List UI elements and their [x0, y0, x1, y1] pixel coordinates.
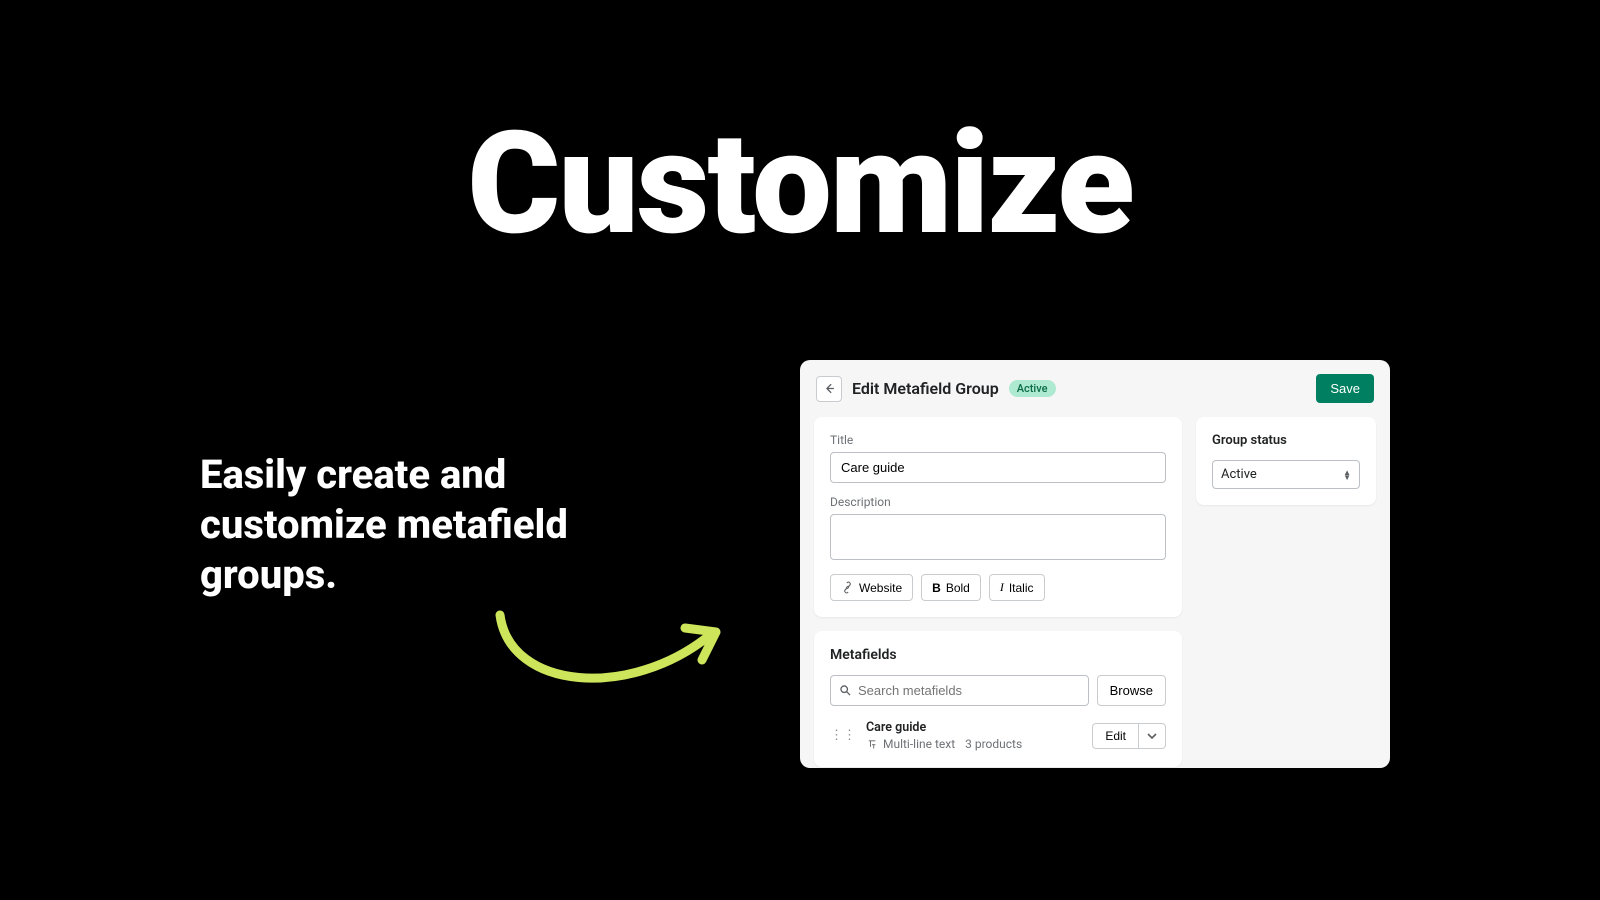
metafield-row: ⋮⋮ Care guide Multi-line text 3 products [830, 720, 1166, 751]
back-button[interactable] [816, 376, 842, 402]
status-card: Group status Active ▲▼ [1196, 417, 1376, 505]
page-title: Edit Metafield Group [852, 379, 999, 398]
metafield-count: 3 products [965, 737, 1022, 751]
description-input[interactable] [830, 514, 1166, 560]
caret-down-icon [1147, 733, 1157, 739]
metafield-type: Multi-line text [883, 737, 955, 751]
metafields-card: Metafields Browse ⋮⋮ Care guide [814, 631, 1182, 767]
arrow-decoration [480, 600, 740, 710]
edit-more-button[interactable] [1139, 723, 1166, 749]
title-input[interactable] [830, 452, 1166, 483]
save-button[interactable]: Save [1316, 374, 1374, 403]
status-badge: Active [1009, 380, 1056, 397]
panel-header: Edit Metafield Group Active Save [800, 360, 1390, 417]
search-input[interactable] [852, 676, 1080, 705]
details-card: Title Description Website B Bold I It [814, 417, 1182, 617]
status-select[interactable]: Active ▲▼ [1212, 460, 1360, 489]
bold-button[interactable]: B Bold [921, 574, 981, 601]
drag-handle-icon[interactable]: ⋮⋮ [830, 728, 856, 743]
select-sort-icon: ▲▼ [1343, 470, 1351, 480]
tagline-text: Easily create and customize metafield gr… [200, 450, 620, 600]
search-icon [839, 684, 852, 697]
description-label: Description [830, 495, 1166, 509]
text-type-icon [866, 738, 879, 751]
bold-label: Bold [946, 581, 970, 595]
hero-title: Customize [467, 100, 1132, 267]
italic-button[interactable]: I Italic [989, 574, 1045, 601]
search-wrap[interactable] [830, 675, 1089, 706]
title-label: Title [830, 433, 1166, 447]
website-button[interactable]: Website [830, 574, 913, 601]
metafield-name: Care guide [866, 720, 1082, 735]
app-panel: Edit Metafield Group Active Save Title D… [800, 360, 1390, 768]
italic-icon: I [1000, 580, 1004, 595]
metafields-heading: Metafields [830, 647, 1166, 663]
italic-label: Italic [1009, 581, 1034, 595]
status-value: Active [1221, 467, 1257, 482]
arrow-left-icon [823, 382, 836, 395]
browse-button[interactable]: Browse [1097, 675, 1166, 706]
format-toolbar: Website B Bold I Italic [830, 574, 1166, 601]
link-icon [841, 581, 854, 594]
status-heading: Group status [1212, 433, 1360, 448]
website-label: Website [859, 581, 902, 595]
edit-button[interactable]: Edit [1092, 723, 1139, 749]
bold-icon: B [932, 581, 941, 595]
